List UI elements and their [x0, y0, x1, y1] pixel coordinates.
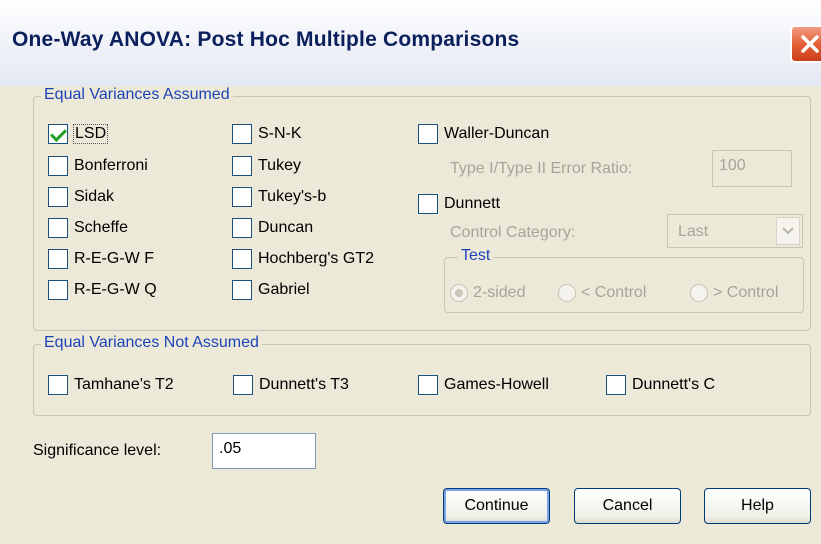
checkbox-gabriel[interactable]: Gabriel	[232, 278, 310, 302]
control-category-label: Control Category:	[450, 224, 576, 241]
checkbox-regwf[interactable]: R-E-G-W F	[48, 247, 154, 271]
equal-variances-assumed-legend: Equal Variances Assumed	[41, 86, 233, 104]
dialog-window: One-Way ANOVA: Post Hoc Multiple Compari…	[0, 0, 821, 544]
tukeys-b-checkbox-box[interactable]	[232, 187, 252, 207]
checkbox-tamhane[interactable]: Tamhane's T2	[48, 373, 174, 397]
duncan-label: Duncan	[258, 219, 314, 236]
tamhane-checkbox-box[interactable]	[48, 375, 68, 395]
checkbox-tukey[interactable]: Tukey	[232, 154, 301, 178]
checkbox-dunnett[interactable]: Dunnett	[418, 192, 500, 216]
lsd-checkbox-box[interactable]	[48, 124, 68, 144]
significance-level-label: Significance level:	[33, 442, 162, 459]
snk-checkbox-box[interactable]	[232, 124, 252, 144]
checkbox-snk[interactable]: S-N-K	[232, 122, 302, 146]
regwq-checkbox-box[interactable]	[48, 280, 68, 300]
checkbox-tukeys-b[interactable]: Tukey's-b	[232, 185, 326, 209]
snk-label: S-N-K	[258, 125, 302, 142]
radio-greater-control-circle[interactable]	[690, 284, 708, 302]
radio-less-control-label: < Control	[581, 284, 647, 301]
scheffe-label: Scheffe	[74, 219, 128, 236]
control-category-select[interactable]: Last	[667, 214, 803, 248]
checkbox-games-howell[interactable]: Games-Howell	[418, 373, 549, 397]
radio-2-sided[interactable]: 2-sided	[450, 281, 525, 305]
dunnett-c-checkbox-box[interactable]	[606, 375, 626, 395]
radio-less-control-circle[interactable]	[558, 284, 576, 302]
checkbox-sidak[interactable]: Sidak	[48, 185, 114, 209]
dunnett-t3-checkbox-box[interactable]	[233, 375, 253, 395]
control-category-value: Last	[678, 223, 709, 240]
duncan-checkbox-box[interactable]	[232, 218, 252, 238]
cancel-button[interactable]: Cancel	[574, 488, 681, 524]
checkbox-hochberg[interactable]: Hochberg's GT2	[232, 247, 374, 271]
gabriel-checkbox-box[interactable]	[232, 280, 252, 300]
sidak-checkbox-box[interactable]	[48, 187, 68, 207]
regwq-label: R-E-G-W Q	[74, 281, 157, 298]
games-howell-label: Games-Howell	[444, 376, 549, 393]
tukey-checkbox-box[interactable]	[232, 156, 252, 176]
significance-level-value: .05	[219, 440, 242, 457]
error-ratio-label: Type I/Type II Error Ratio:	[450, 160, 633, 177]
continue-button[interactable]: Continue	[443, 488, 550, 524]
lsd-label: LSD	[72, 124, 109, 144]
significance-level-input[interactable]: .05	[212, 433, 316, 469]
checkbox-regwq[interactable]: R-E-G-W Q	[48, 278, 157, 302]
radio-2-sided-circle[interactable]	[450, 284, 468, 302]
tukeys-b-label: Tukey's-b	[258, 188, 327, 205]
gabriel-label: Gabriel	[258, 281, 310, 298]
hochberg-label: Hochberg's GT2	[258, 250, 374, 267]
games-howell-checkbox-box[interactable]	[418, 375, 438, 395]
checkbox-scheffe[interactable]: Scheffe	[48, 216, 128, 240]
help-button[interactable]: Help	[704, 488, 811, 524]
checkbox-duncan[interactable]: Duncan	[232, 216, 313, 240]
regwf-checkbox-box[interactable]	[48, 249, 68, 269]
dunnett-t3-label: Dunnett's T3	[259, 376, 349, 393]
dialog-body: Equal Variances Assumed LSD Bonferroni S…	[0, 86, 821, 544]
hochberg-checkbox-box[interactable]	[232, 249, 252, 269]
close-button[interactable]	[790, 25, 821, 63]
tukey-label: Tukey	[258, 157, 301, 174]
dunnett-c-label: Dunnett's C	[632, 376, 716, 393]
checkbox-dunnett-t3[interactable]: Dunnett's T3	[233, 373, 349, 397]
bonferroni-label: Bonferroni	[74, 157, 148, 174]
error-ratio-value: 100	[719, 157, 746, 174]
dunnett-checkbox-box[interactable]	[418, 194, 438, 214]
error-ratio-input[interactable]: 100	[712, 150, 792, 187]
radio-less-control[interactable]: < Control	[558, 281, 646, 305]
checkbox-lsd[interactable]: LSD	[48, 122, 109, 146]
tamhane-label: Tamhane's T2	[74, 376, 174, 393]
checkbox-waller-duncan[interactable]: Waller-Duncan	[418, 122, 549, 146]
regwf-label: R-E-G-W F	[74, 250, 154, 267]
dropdown-arrow-button[interactable]	[776, 217, 800, 245]
radio-greater-control-label: > Control	[713, 284, 779, 301]
sidak-label: Sidak	[74, 188, 115, 205]
dunnett-label: Dunnett	[444, 195, 501, 212]
test-legend: Test	[458, 247, 494, 265]
close-icon	[801, 35, 819, 53]
equal-variances-not-assumed-legend: Equal Variances Not Assumed	[41, 334, 262, 352]
bonferroni-checkbox-box[interactable]	[48, 156, 68, 176]
radio-2-sided-label: 2-sided	[473, 284, 526, 301]
waller-duncan-checkbox-box[interactable]	[418, 124, 438, 144]
radio-greater-control[interactable]: > Control	[690, 281, 778, 305]
scheffe-checkbox-box[interactable]	[48, 218, 68, 238]
title-bar[interactable]: One-Way ANOVA: Post Hoc Multiple Compari…	[0, 0, 821, 86]
waller-duncan-label: Waller-Duncan	[444, 125, 550, 142]
checkbox-bonferroni[interactable]: Bonferroni	[48, 154, 148, 178]
chevron-down-icon	[782, 227, 794, 235]
checkbox-dunnett-c[interactable]: Dunnett's C	[606, 373, 715, 397]
window-title: One-Way ANOVA: Post Hoc Multiple Compari…	[12, 28, 520, 51]
